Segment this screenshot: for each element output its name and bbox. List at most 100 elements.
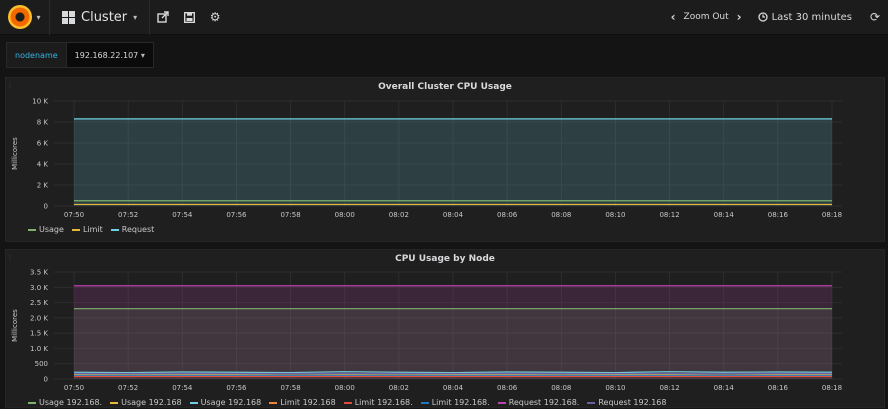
legend-label: Limit 192.168. — [431, 398, 490, 407]
chart-legend: Usage 192.168. Usage 192.168 Usage 192.168… — [28, 398, 666, 407]
x-tick-label: 08:04 — [443, 211, 464, 219]
refresh-button[interactable]: ⟳ — [862, 10, 888, 24]
legend-swatch — [420, 401, 429, 404]
dashboard-grid-icon — [62, 10, 75, 24]
save-icon — [183, 11, 195, 23]
x-tick-label: 08:10 — [605, 211, 625, 219]
zoom-controls: ‹ Zoom Out › — [665, 10, 748, 24]
y-tick-label: 10 K — [32, 98, 48, 106]
zoom-out-button[interactable]: Zoom Out — [684, 12, 729, 22]
legend-swatch — [269, 401, 278, 404]
legend-item[interactable]: Usage 192.168 — [189, 398, 261, 407]
y-tick-label: 2.5 K — [30, 299, 48, 307]
series-area — [74, 308, 832, 379]
dashboard-title: Cluster — [81, 9, 128, 25]
refresh-icon: ⟳ — [869, 10, 881, 24]
legend-item[interactable]: Limit 192.168 — [269, 398, 336, 407]
x-tick-label: 08:02 — [389, 211, 409, 219]
x-tick-label: 08:00 — [335, 211, 355, 219]
legend-swatch — [28, 401, 36, 404]
chart-cpu-usage-by-node: 0 500 1.0 K 1.5 K 2.0 K 2.5 K 3.0 K 3.5 K 07:50 0… — [11, 269, 842, 393]
time-shift-forward-button[interactable]: › — [737, 10, 742, 24]
legend-item[interactable]: Limit — [71, 225, 103, 234]
legend-label: Limit 192.168 — [280, 398, 336, 407]
legend-item[interactable]: Request — [110, 225, 155, 234]
variable-select-nodename[interactable]: 192.168.22.107 ▾ — [66, 42, 154, 68]
grafana-logo-icon — [8, 5, 33, 29]
legend-label: Usage 192.168 — [121, 398, 182, 407]
x-tick-label: 07:54 — [172, 211, 193, 219]
y-tick-label: 2 K — [37, 182, 49, 190]
legend-swatch — [189, 401, 198, 404]
legend-label: Request — [121, 225, 155, 234]
time-range-picker[interactable]: Last 30 minutes — [748, 12, 862, 23]
legend-item[interactable]: Usage — [28, 225, 64, 234]
clock-icon — [757, 12, 768, 22]
caret-down-icon: ▾ — [133, 12, 138, 22]
x-tick-label: 07:52 — [118, 211, 138, 219]
legend-item[interactable]: Limit 192.168. — [420, 398, 490, 407]
x-tick-label: 07:58 — [280, 211, 300, 219]
x-tick-label: 07:56 — [226, 211, 247, 219]
dashboard-picker[interactable]: Cluster ▾ — [50, 0, 151, 35]
save-dashboard-button[interactable] — [176, 0, 202, 35]
x-tick-label: 08:00 — [335, 384, 355, 392]
legend-label: Request 192.168. — [508, 398, 580, 407]
x-tick-label: 07:58 — [280, 384, 300, 392]
share-button[interactable] — [150, 0, 176, 35]
y-tick-label: 3.0 K — [30, 284, 48, 292]
legend-swatch — [71, 228, 80, 231]
y-tick-label: 8 K — [37, 119, 49, 127]
legend-label: Request 192.168 — [598, 398, 667, 407]
x-tick-label: 07:56 — [226, 384, 247, 392]
legend-swatch — [110, 228, 119, 231]
gear-icon: ⚙ — [209, 10, 221, 24]
x-tick-label: 08:16 — [768, 211, 789, 219]
panel-overall-cluster-cpu[interactable]: ⋮ Overall Cluster CPU Usage 02 K4 K6 K8 … — [5, 77, 885, 242]
x-tick-label: 08:10 — [605, 384, 625, 392]
legend-swatch — [28, 228, 36, 231]
legend-item[interactable]: Usage 192.168. — [28, 398, 102, 407]
y-tick-label: 0 — [44, 376, 48, 384]
variable-value: 192.168.22.107 — [74, 51, 139, 60]
x-tick-label: 08:16 — [768, 384, 789, 392]
time-controls: ‹ Zoom Out › Last 30 minutes ⟳ — [665, 0, 888, 35]
y-axis-label: Millicores — [11, 309, 19, 342]
y-tick-label: 2.0 K — [30, 314, 48, 322]
y-tick-label: 4 K — [37, 161, 49, 169]
x-tick-label: 08:14 — [714, 384, 735, 392]
legend-swatch — [343, 401, 352, 404]
time-range-label: Last 30 minutes — [771, 11, 852, 23]
x-tick-label: 08:02 — [389, 384, 409, 392]
legend-swatch — [497, 401, 506, 404]
legend-label: Usage 192.168. — [39, 398, 103, 407]
legend-label: Limit 192.168. — [354, 398, 413, 407]
caret-down-icon: ▾ — [140, 51, 145, 60]
chart-legend: Usage Limit Request — [28, 225, 154, 234]
legend-swatch — [587, 401, 596, 404]
x-tick-label: 08:18 — [822, 211, 842, 219]
y-axis-label: Millicores — [11, 137, 19, 170]
legend-item[interactable]: Request 192.168 — [587, 398, 666, 407]
x-tick-label: 08:08 — [551, 211, 571, 219]
x-tick-label: 07:50 — [64, 384, 84, 392]
legend-label: Limit — [82, 225, 103, 234]
legend-item[interactable]: Limit 192.168. — [343, 398, 413, 407]
top-navbar: ▾ Cluster ▾ ⚙ ‹ Zoom Out › Last 30 minut… — [0, 0, 888, 35]
grafana-menu-button[interactable]: ▾ — [0, 0, 50, 35]
chart-overall-cluster-cpu: 0 2 K 4 K 6 K 8 K 10 K 07:50 07:52 07:54 07:56 07:… — [11, 98, 842, 220]
legend-item[interactable]: Usage 192.168 — [110, 398, 182, 407]
series-area — [74, 118, 832, 206]
settings-button[interactable]: ⚙ — [202, 0, 228, 35]
x-tick-label: 07:50 — [64, 211, 84, 219]
x-tick-label: 08:12 — [659, 211, 679, 219]
x-tick-label: 08:06 — [497, 384, 518, 392]
x-tick-label: 08:06 — [497, 211, 518, 219]
x-tick-label: 07:52 — [118, 384, 138, 392]
time-shift-back-button[interactable]: ‹ — [671, 10, 676, 24]
y-tick-label: 500 — [35, 360, 48, 368]
caret-down-icon: ▾ — [36, 12, 41, 22]
y-tick-label: 1.0 K — [30, 345, 48, 353]
panel-cpu-usage-by-node[interactable]: ⋮ CPU Usage by Node 0 500 1.0 K 1.5 K 2.0 K2… — [5, 249, 885, 408]
legend-item[interactable]: Request 192.168. — [497, 398, 580, 407]
